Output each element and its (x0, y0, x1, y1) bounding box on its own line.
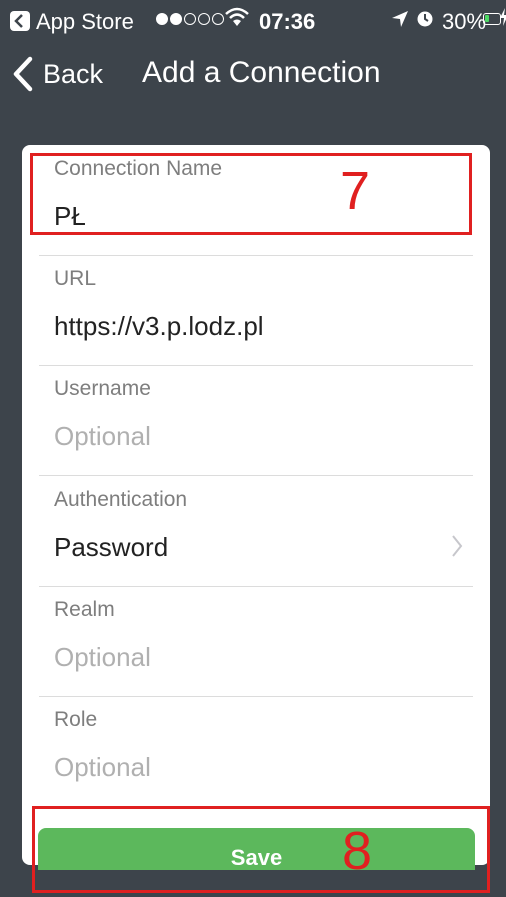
role-field[interactable]: Role Optional (39, 696, 473, 807)
annotation-number-7: 7 (340, 161, 371, 221)
authentication-field[interactable]: Authentication Password (39, 476, 473, 587)
status-time: 07:36 (259, 9, 316, 34)
navigation-bar: Back Add a Connection (0, 44, 506, 108)
signal-dot (184, 13, 196, 25)
signal-strength-icon (156, 13, 224, 25)
battery-icon (483, 13, 501, 25)
authentication-value[interactable]: Password (54, 532, 168, 563)
url-field[interactable]: URL https://v3.p.lodz.pl (39, 255, 473, 366)
realm-input[interactable]: Optional (54, 642, 151, 673)
annotation-number-8: 8 (342, 821, 373, 881)
location-arrow-icon (390, 7, 410, 36)
authentication-label: Authentication (54, 488, 188, 511)
signal-dot (170, 13, 182, 25)
realm-label: Realm (54, 598, 115, 621)
chevron-right-icon (452, 535, 463, 557)
page-title: Add a Connection (142, 56, 381, 89)
back-button[interactable]: Back (12, 56, 103, 92)
role-label: Role (54, 708, 98, 731)
annotation-box-7 (30, 153, 472, 235)
signal-dot (212, 13, 224, 25)
connection-form: Connection Name PŁ URL https://v3.p.lodz… (22, 145, 490, 865)
wifi-icon (224, 6, 250, 35)
url-label: URL (54, 267, 97, 290)
username-field[interactable]: Username Optional (39, 365, 473, 476)
battery-level (485, 15, 489, 22)
url-input[interactable]: https://v3.p.lodz.pl (54, 311, 264, 342)
status-app-label[interactable]: App Store (36, 9, 134, 35)
battery-percent: 30% (442, 9, 487, 34)
back-label: Back (43, 58, 104, 89)
signal-dot (156, 13, 168, 25)
annotation-box-8 (32, 806, 490, 893)
back-to-app-icon[interactable] (10, 11, 30, 31)
charging-bolt-icon (500, 8, 506, 31)
chevron-left-icon (13, 56, 33, 92)
username-label: Username (54, 377, 151, 400)
username-input[interactable]: Optional (54, 421, 151, 452)
role-input[interactable]: Optional (54, 752, 151, 783)
realm-field[interactable]: Realm Optional (39, 586, 473, 697)
alarm-clock-icon (415, 7, 435, 35)
signal-dot (198, 13, 210, 25)
status-bar: App Store 07:36 30% (0, 0, 506, 44)
